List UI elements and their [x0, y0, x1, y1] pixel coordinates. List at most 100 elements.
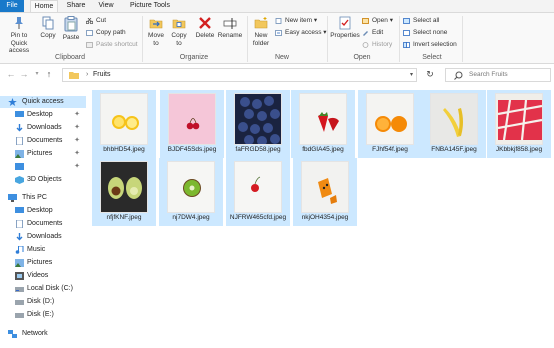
file-tile[interactable]: FJhf54f.jpeg — [358, 90, 422, 158]
nav-disk-d[interactable]: Disk (D:) — [0, 296, 86, 308]
image-thumbnail — [234, 93, 282, 145]
navigation-pane: Quick access Desktop ✦ Downloads ✦ Docum… — [0, 86, 86, 348]
history-button[interactable]: History — [362, 40, 392, 50]
ribbon-divider — [142, 16, 143, 62]
nav-local-disk-c[interactable]: Local Disk (C:) — [0, 283, 86, 295]
nav-label: Pictures — [27, 150, 53, 157]
file-tile[interactable]: BJDF45Sds.jpeg — [160, 90, 224, 158]
drive-icon — [15, 300, 24, 305]
paste-button[interactable]: Paste — [60, 16, 82, 42]
image-thumbnail — [299, 93, 347, 145]
back-arrow-icon[interactable]: ← — [6, 69, 16, 79]
scissors-icon — [86, 18, 93, 24]
address-box[interactable]: › Fruits ▾ — [62, 68, 417, 82]
computer-icon — [8, 194, 17, 202]
file-name: nkjOH4354.jpeg — [301, 214, 349, 221]
nav-unnamed-folder[interactable]: ✦ — [0, 161, 86, 173]
recent-locations-chevron-icon[interactable]: ▾ — [32, 69, 42, 79]
nav-documents[interactable]: Documents ✦ — [0, 135, 86, 147]
open-button[interactable]: Open ▾ — [362, 16, 393, 26]
nav-pc-downloads[interactable]: Downloads — [0, 231, 86, 243]
nav-pc-pictures[interactable]: Pictures — [0, 257, 86, 269]
copy-button[interactable]: Copy — [38, 16, 58, 40]
nav-pc-desktop[interactable]: Desktop — [0, 205, 86, 217]
file-tile[interactable]: FNBA145F.jpeg — [422, 90, 486, 158]
move-to-button[interactable]: Move to — [145, 16, 167, 47]
nav-this-pc[interactable]: This PC — [0, 192, 86, 204]
tab-picture-tools[interactable]: Picture Tools — [126, 0, 174, 12]
easy-access-button[interactable]: Easy access ▾ — [275, 28, 327, 38]
file-tile[interactable]: fbdGIA45.jpeg — [291, 90, 355, 158]
chevron-down-icon[interactable]: ▾ — [410, 69, 413, 81]
file-tile[interactable]: nj7DW4.jpeg — [159, 158, 223, 226]
nav-quick-access[interactable]: Quick access — [0, 96, 86, 108]
pinned-icon: ✦ — [74, 111, 80, 118]
up-arrow-icon[interactable]: ↑ — [44, 69, 54, 79]
copy-to-button[interactable]: Copy to — [168, 16, 190, 47]
file-view: bhbHD54.jpeg BJDF45Sds.jpeg faFRGD58.jpe… — [86, 86, 554, 348]
nav-label: Disk (D:) — [27, 298, 55, 305]
nav-desktop[interactable]: Desktop ✦ — [0, 109, 86, 121]
ribbon-divider — [462, 16, 463, 62]
nav-downloads[interactable]: Downloads ✦ — [0, 122, 86, 134]
organize-group-label: Organize — [179, 54, 209, 61]
select-all-button[interactable]: Select all — [403, 16, 439, 26]
delete-button[interactable]: Delete — [194, 16, 216, 40]
tab-file[interactable]: File — [0, 0, 24, 12]
nav-pc-documents[interactable]: Documents — [0, 218, 86, 230]
cut-button[interactable]: Cut — [86, 16, 106, 26]
select-none-button[interactable]: Select none — [403, 28, 447, 38]
select-all-icon — [403, 18, 410, 24]
invert-selection-button[interactable]: Invert selection — [403, 40, 457, 50]
file-tile[interactable]: faFRGD58.jpeg — [226, 90, 290, 158]
open-icon — [362, 18, 369, 24]
forward-arrow-icon[interactable]: → — [19, 69, 29, 79]
file-tile[interactable]: nkjOH4354.jpeg — [293, 158, 357, 226]
edit-button[interactable]: Edit — [362, 28, 383, 38]
paste-label: Paste — [62, 34, 80, 41]
new-item-button[interactable]: New item ▾ — [275, 16, 317, 26]
open-group-label: Open — [353, 54, 371, 61]
pin-label: Pin to Quick access — [8, 32, 30, 54]
file-tile[interactable]: NJFRW465cfd.jpeg — [226, 158, 290, 226]
tab-view[interactable]: View — [92, 0, 120, 12]
image-thumbnail — [430, 93, 478, 145]
file-name: BJDF45Sds.jpeg — [167, 146, 217, 153]
new-folder-button[interactable]: New folder — [249, 16, 273, 47]
desktop-icon — [15, 207, 24, 213]
new-group-label: New — [274, 54, 289, 61]
drive-icon — [15, 313, 24, 318]
folder-icon — [69, 72, 79, 79]
ribbon-divider — [247, 16, 248, 62]
pin-to-quick-access-button[interactable]: Pin to Quick access — [2, 16, 36, 55]
properties-button[interactable]: Properties — [329, 16, 361, 40]
copy-path-button[interactable]: Copy path — [86, 28, 126, 38]
search-box[interactable]: Search Fruits — [445, 68, 551, 82]
pictures-icon — [15, 259, 24, 267]
ribbon: Pin to Quick access Copy Paste Cut Copy … — [0, 12, 554, 64]
rename-button[interactable]: Rename — [217, 16, 243, 40]
refresh-icon[interactable]: ↻ — [424, 69, 436, 79]
breadcrumb-current[interactable]: Fruits — [93, 69, 111, 81]
address-bar-row: ← → ▾ ↑ › Fruits ▾ ↻ Search Fruits — [0, 65, 554, 84]
nav-music[interactable]: Music — [0, 244, 86, 256]
tab-share[interactable]: Share — [62, 0, 90, 12]
paste-shortcut-button[interactable]: Paste shortcut — [86, 40, 138, 50]
select-none-label: Select none — [413, 29, 448, 36]
file-name: faFRGD58.jpeg — [235, 146, 281, 153]
file-tile[interactable]: JKbbkjf858.jpeg — [487, 90, 551, 158]
nav-label: 3D Objects — [27, 176, 62, 183]
nav-pictures[interactable]: Pictures ✦ — [0, 148, 86, 160]
nav-disk-e[interactable]: Disk (E:) — [0, 309, 86, 321]
new-item-label: New item — [285, 17, 313, 24]
new-folder-icon — [254, 17, 268, 29]
pictures-icon — [15, 150, 24, 158]
file-tile[interactable]: nfjfKNF.jpeg — [92, 158, 156, 226]
file-tile[interactable]: bhbHD54.jpeg — [92, 90, 156, 158]
nav-label: Desktop — [27, 111, 53, 118]
nav-label: This PC — [22, 194, 47, 201]
nav-network[interactable]: Network — [0, 328, 86, 340]
nav-videos[interactable]: Videos — [0, 270, 86, 282]
select-all-label: Select all — [413, 17, 440, 24]
nav-3d-objects[interactable]: 3D Objects — [0, 174, 86, 186]
